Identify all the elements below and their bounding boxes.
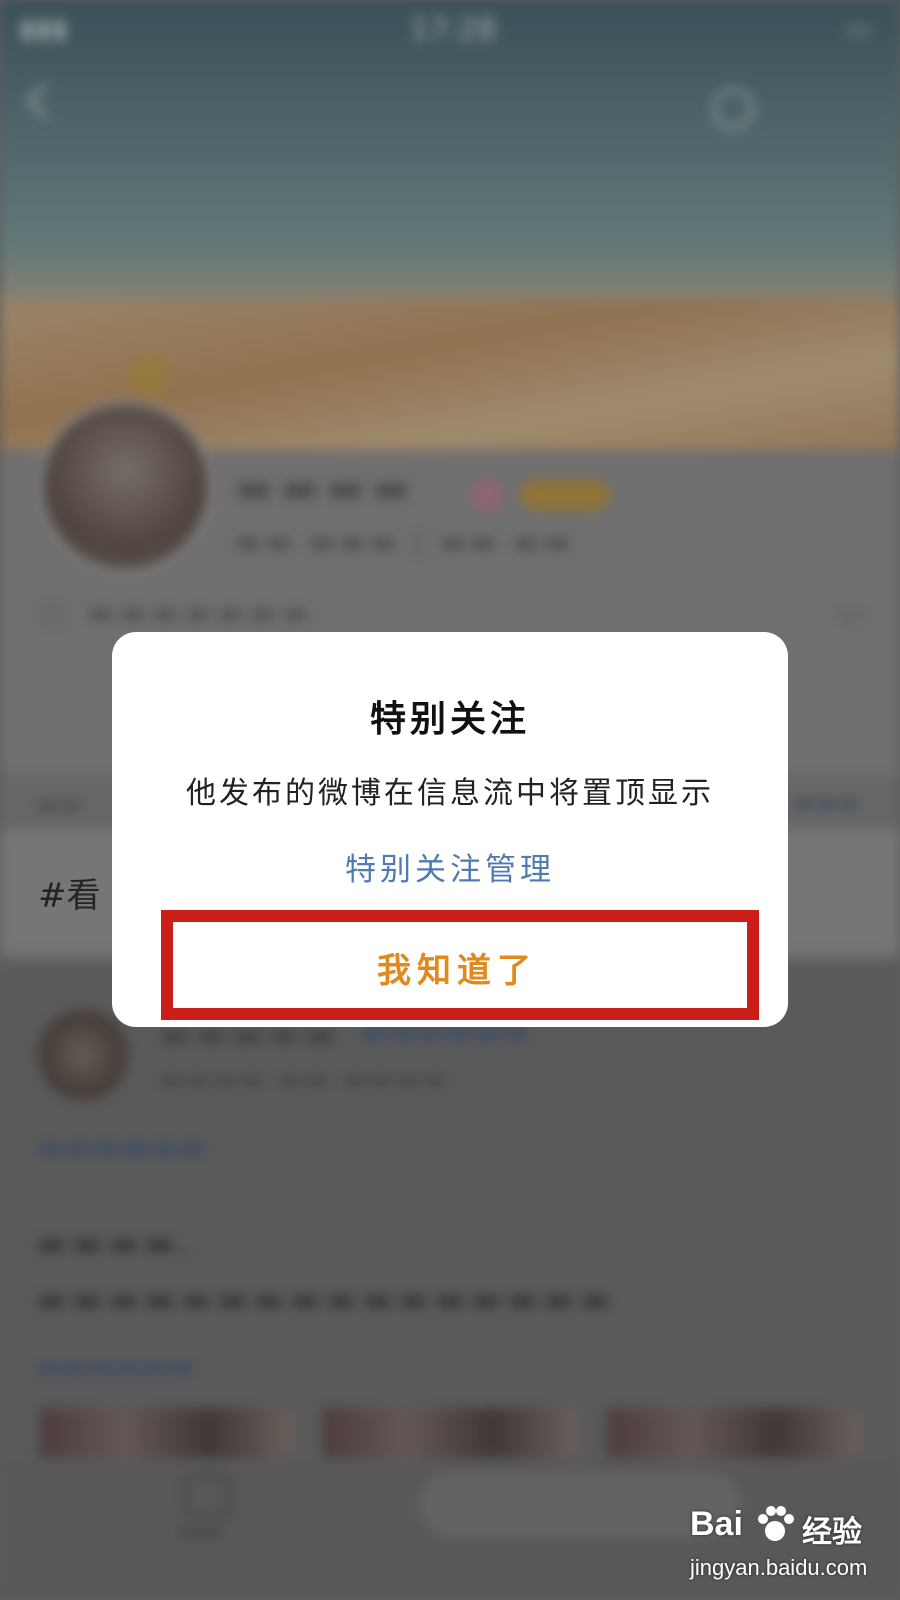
paw-icon (758, 1506, 794, 1541)
dialog-message: 他发布的微博在信息流中将置顶显示 (186, 776, 714, 811)
watermark-cn: 经验 (802, 1515, 862, 1550)
highlight-annotation (161, 910, 759, 1020)
baidu-jingyan-watermark: Bai 经验 jingyan.baidu.com (690, 1505, 870, 1590)
dialog-title: 特别关注 (369, 698, 530, 740)
watermark-logo: Bai (690, 1505, 743, 1543)
watermark-url: jingyan.baidu.com (690, 1555, 868, 1580)
special-follow-manage-link[interactable]: 特别关注管理 (112, 844, 788, 889)
